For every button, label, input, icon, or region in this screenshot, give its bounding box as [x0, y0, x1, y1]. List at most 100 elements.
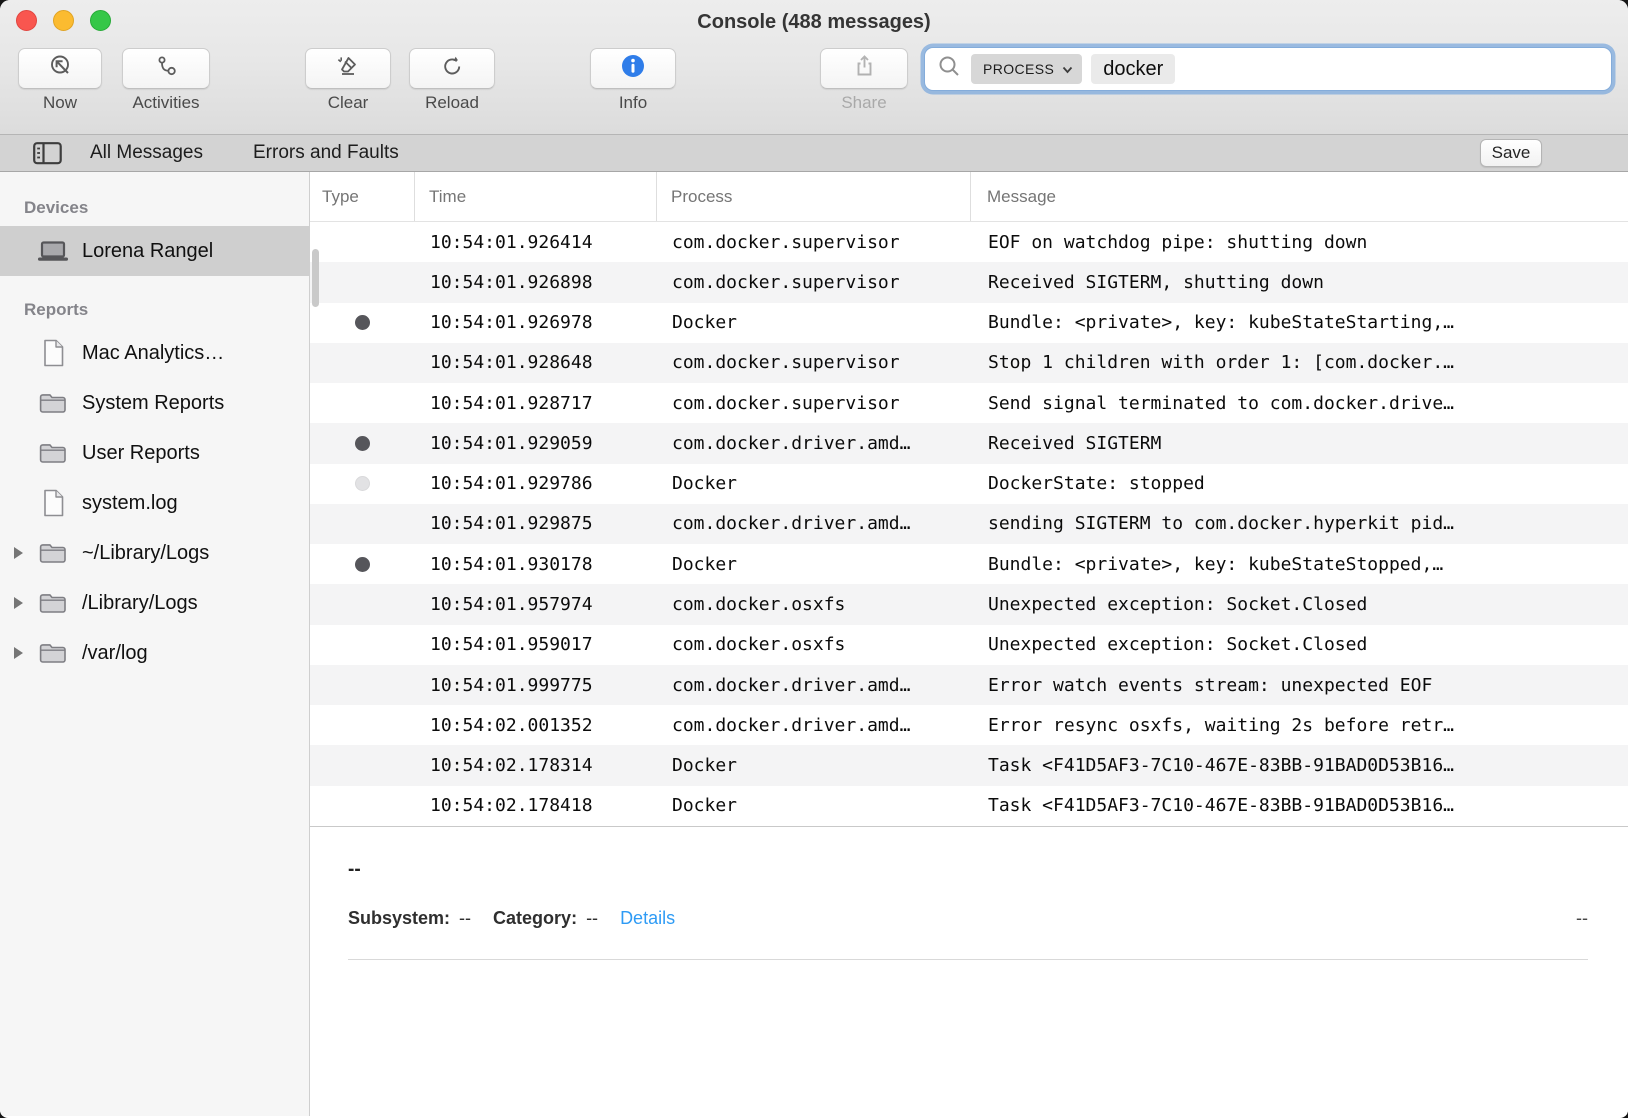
cell-process: com.docker.supervisor [656, 272, 970, 293]
jump-to-now-icon [47, 53, 74, 85]
log-level-dot-icon [355, 557, 370, 572]
close-window-button[interactable] [16, 10, 37, 31]
activities-icon [153, 53, 180, 85]
cell-process: Docker [656, 795, 970, 816]
disclosure-triangle-icon[interactable] [14, 597, 23, 609]
traffic-lights [16, 10, 111, 31]
search-filter-token[interactable]: PROCESS [971, 54, 1082, 84]
cell-message: EOF on watchdog pipe: shutting down [970, 232, 1628, 253]
subsystem-label: Subsystem: [348, 908, 450, 929]
table-row[interactable]: 10:54:01.959017com.docker.osxfsUnexpecte… [310, 625, 1628, 665]
sidebar-item-system-reports[interactable]: System Reports [0, 378, 309, 428]
scrollbar-thumb[interactable] [312, 249, 319, 307]
activities-button[interactable]: Activities [122, 48, 210, 113]
disclosure-triangle-icon[interactable] [14, 647, 23, 659]
sidebar-item-system-log[interactable]: system.log [0, 478, 309, 528]
search-icon [937, 54, 962, 84]
sidebar-item-library-logs[interactable]: /Library/Logs [0, 578, 309, 628]
cell-process: Docker [656, 554, 970, 575]
save-button[interactable]: Save [1480, 139, 1542, 167]
table-row[interactable]: 10:54:02.178314DockerTask <F41D5AF3-7C10… [310, 745, 1628, 785]
cell-type [310, 557, 414, 572]
cell-message: Stop 1 children with order 1: [com.docke… [970, 352, 1628, 373]
toolbar: Now Activities [0, 42, 1628, 134]
sidebar-item-library-logs[interactable]: ~/Library/Logs [0, 528, 309, 578]
folder-icon [36, 592, 70, 614]
sidebar-item-var-log[interactable]: /var/log [0, 628, 309, 678]
cell-process: com.docker.driver.amd… [656, 433, 970, 454]
table-row[interactable]: 10:54:01.926978DockerBundle: <private>, … [310, 303, 1628, 343]
cell-time: 10:54:01.926898 [414, 272, 656, 293]
table-row[interactable]: 10:54:01.929875com.docker.driver.amd…sen… [310, 504, 1628, 544]
cell-process: com.docker.supervisor [656, 232, 970, 253]
column-header-message[interactable]: Message [970, 172, 1628, 221]
console-window: Console (488 messages) Now [0, 0, 1628, 1118]
column-header-type[interactable]: Type [310, 172, 414, 221]
cell-process: com.docker.driver.amd… [656, 513, 970, 534]
log-level-dot-icon [355, 315, 370, 330]
table-row[interactable]: 10:54:01.930178DockerBundle: <private>, … [310, 544, 1628, 584]
log-pane: Type Time Process Message 10:54:01.92641… [310, 172, 1628, 1116]
sidebar-item-lorena-rangel[interactable]: Lorena Rangel [0, 226, 309, 276]
sidebar-item-label: /Library/Logs [82, 592, 198, 615]
folder-icon [36, 442, 70, 464]
cell-message: Send signal terminated to com.docker.dri… [970, 393, 1628, 414]
table-row[interactable]: 10:54:01.929786DockerDockerState: stoppe… [310, 464, 1628, 504]
category-label: Category: [493, 908, 577, 929]
detail-title: -- [348, 859, 1588, 881]
cell-time: 10:54:01.930178 [414, 554, 656, 575]
filter-bar: All Messages Errors and Faults Save [0, 134, 1628, 172]
search-area: PROCESS docker [924, 47, 1612, 91]
folder-icon [36, 392, 70, 414]
sidebar-item-mac-analytics[interactable]: Mac Analytics… [0, 328, 309, 378]
disclosure-triangle-icon[interactable] [14, 547, 23, 559]
sidebar-item-user-reports[interactable]: User Reports [0, 428, 309, 478]
table-row[interactable]: 10:54:02.001352com.docker.driver.amd…Err… [310, 705, 1628, 745]
content: DevicesLorena Rangel ReportsMac Analytics… [0, 172, 1628, 1116]
cell-time: 10:54:01.929059 [414, 433, 656, 454]
sidebar-section-header-devices: Devices [0, 190, 309, 226]
search-input[interactable]: PROCESS docker [924, 47, 1612, 91]
clear-button[interactable]: Clear [305, 48, 391, 113]
table-row[interactable]: 10:54:01.928717com.docker.supervisorSend… [310, 383, 1628, 423]
detail-pane: -- Subsystem: -- Category: -- Details -- [310, 827, 1628, 1116]
table-row[interactable]: 10:54:01.926414com.docker.supervisorEOF … [310, 222, 1628, 262]
reload-button[interactable]: Reload [409, 48, 495, 113]
cell-type [310, 315, 414, 330]
tab-errors-and-faults[interactable]: Errors and Faults [253, 135, 399, 171]
search-query-text: docker [1091, 54, 1175, 84]
cell-process: com.docker.supervisor [656, 393, 970, 414]
search-filter-label: PROCESS [983, 61, 1054, 77]
cell-process: com.docker.supervisor [656, 352, 970, 373]
column-header-time[interactable]: Time [414, 172, 656, 221]
cell-message: DockerState: stopped [970, 473, 1628, 494]
zoom-window-button[interactable] [90, 10, 111, 31]
cell-message: Task <F41D5AF3-7C10-467E-83BB-91BAD0D53B… [970, 755, 1628, 776]
details-link[interactable]: Details [620, 908, 675, 929]
now-button[interactable]: Now [18, 48, 102, 113]
table-row[interactable]: 10:54:02.178418DockerTask <F41D5AF3-7C10… [310, 786, 1628, 826]
table-row[interactable]: 10:54:01.957974com.docker.osxfsUnexpecte… [310, 584, 1628, 624]
sidebar-section-header-reports: Reports [0, 292, 309, 328]
column-header-process[interactable]: Process [656, 172, 970, 221]
cell-time: 10:54:01.957974 [414, 594, 656, 615]
window-title: Console (488 messages) [0, 0, 1628, 44]
cell-process: com.docker.driver.amd… [656, 675, 970, 696]
detail-divider [348, 959, 1588, 960]
table-row[interactable]: 10:54:01.999775com.docker.driver.amd…Err… [310, 665, 1628, 705]
minimize-window-button[interactable] [53, 10, 74, 31]
cell-message: Error watch events stream: unexpected EO… [970, 675, 1628, 696]
cell-type [310, 436, 414, 451]
sidebar-item-label: ~/Library/Logs [82, 542, 209, 565]
info-button[interactable]: Info [590, 48, 676, 113]
table-row[interactable]: 10:54:01.929059com.docker.driver.amd…Rec… [310, 423, 1628, 463]
window-chrome: Console (488 messages) Now [0, 0, 1628, 134]
share-button[interactable]: Share [820, 48, 908, 113]
tab-all-messages[interactable]: All Messages [90, 135, 203, 171]
sidebar-item-label: system.log [82, 492, 178, 515]
folder-icon [36, 542, 70, 564]
sidebar-toggle-button[interactable] [33, 142, 63, 165]
table-row[interactable]: 10:54:01.928648com.docker.supervisorStop… [310, 343, 1628, 383]
table-row[interactable]: 10:54:01.926898com.docker.supervisorRece… [310, 262, 1628, 302]
cell-type [310, 476, 414, 491]
